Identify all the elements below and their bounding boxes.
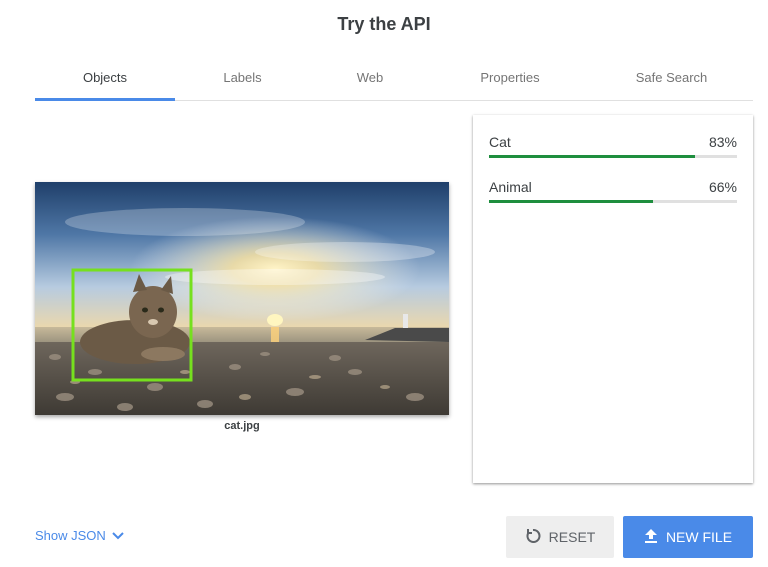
confidence-bar: [489, 155, 695, 158]
result-item-cat: Cat 83%: [489, 134, 737, 158]
confidence-bar-track: [489, 200, 737, 203]
uploaded-image: [35, 182, 449, 415]
result-score: 66%: [708, 179, 737, 195]
upload-icon: [644, 528, 658, 547]
reset-button[interactable]: RESET: [506, 516, 614, 558]
tab-web[interactable]: Web: [310, 60, 430, 98]
result-label: Animal: [489, 179, 532, 195]
results-panel: Cat 83% Animal 66%: [473, 115, 753, 483]
reset-icon: [525, 528, 541, 547]
confidence-bar-track: [489, 155, 737, 158]
result-item-animal: Animal 66%: [489, 179, 737, 203]
chevron-down-icon: [112, 528, 124, 543]
tab-objects[interactable]: Objects: [35, 60, 175, 98]
tab-properties[interactable]: Properties: [430, 60, 590, 98]
tab-bar: Objects Labels Web Properties Safe Searc…: [35, 60, 753, 101]
tab-safe-search[interactable]: Safe Search: [590, 60, 753, 98]
result-score: 83%: [708, 134, 737, 150]
new-file-label: NEW FILE: [665, 529, 733, 545]
reset-label: RESET: [548, 529, 596, 545]
new-file-button[interactable]: NEW FILE: [623, 516, 753, 558]
confidence-bar: [489, 200, 653, 203]
tab-labels[interactable]: Labels: [175, 60, 310, 98]
show-json-toggle[interactable]: Show JSON: [35, 528, 124, 543]
image-caption: cat.jpg: [224, 420, 260, 432]
result-label: Cat: [489, 134, 511, 150]
page-title: Try the API: [337, 14, 431, 34]
active-tab-indicator: [35, 98, 175, 101]
show-json-label: Show JSON: [35, 528, 106, 543]
